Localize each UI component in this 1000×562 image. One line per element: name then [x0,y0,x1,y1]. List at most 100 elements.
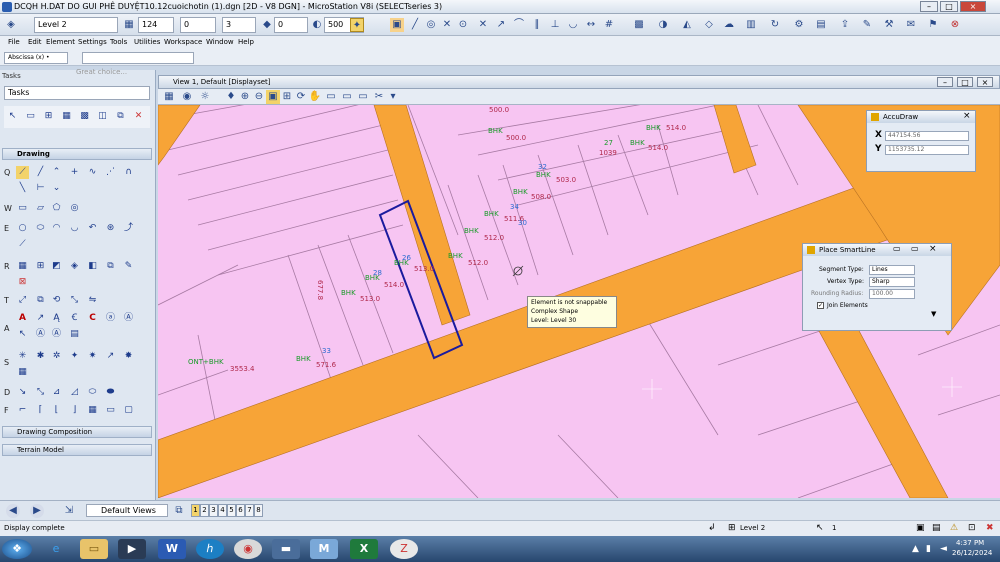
array-text-icon[interactable]: Ⓐ [34,328,47,341]
color-icon[interactable]: ▦ [122,18,136,32]
smartline-minimize-icon[interactable]: ▭ [893,244,901,253]
line-style-select[interactable]: 0 [180,17,216,33]
view-attributes-icon[interactable]: ▦ [162,90,176,104]
rounding-radius-field[interactable]: 100.00 [869,289,915,299]
toggle-view-icon[interactable]: ▾ [386,90,400,104]
note-text-icon[interactable]: ↗ [34,312,47,325]
view-8-button[interactable]: 8 [254,504,263,517]
fill-icon[interactable]: ◩ [50,260,63,273]
view-light-icon[interactable]: ☼ [198,90,212,104]
warning-icon[interactable]: ⚠ [950,523,958,533]
modify-arc-icon[interactable]: ⊛ [104,222,117,235]
view-5-button[interactable]: 5 [227,504,236,517]
text-icon[interactable]: A [16,312,29,325]
perpendicular-icon[interactable]: ⊥ [548,18,562,32]
fence-modify-icon[interactable]: ⌈ [34,404,47,417]
element-selection-icon[interactable]: ✦ [350,18,364,32]
clock-date[interactable]: 26/12/2024 [952,549,992,557]
status-close-icon[interactable]: ✖ [986,523,994,533]
fence-drop-icon[interactable]: ▭ [104,404,117,417]
drop-cell-icon[interactable]: ↗ [104,350,117,363]
smartline-close-icon[interactable]: × [929,244,937,254]
intersect-icon[interactable]: ✕ [440,18,454,32]
smartline-restore-icon[interactable]: ▭ [911,244,919,253]
forward-icon[interactable]: ▶ [30,504,44,518]
tasks-dropdown[interactable]: Tasks [4,86,150,100]
bspline-icon[interactable]: ∩ [122,166,135,179]
region-icon[interactable]: ◈ [68,260,81,273]
pan-view-icon[interactable]: ✋ [308,90,322,104]
arc-tool-icon[interactable]: ◠ [50,222,63,235]
hatch-icon[interactable]: ▦ [16,260,29,273]
mirror-icon[interactable]: ⇋ [86,294,99,307]
start-button[interactable]: ❖ [2,539,32,559]
segment-type-select[interactable]: Lines [869,265,915,275]
network-icon[interactable]: ▲ [912,544,919,554]
shape-icon[interactable]: ▱ [34,202,47,215]
circle-tool-icon[interactable]: ○ [16,222,29,235]
terrain-model-header[interactable]: Terrain Model [2,444,152,456]
menu-tools[interactable]: Tools [110,38,127,46]
abscissa-field[interactable]: Abscissa (x) • [4,52,68,64]
view-group-icon[interactable]: ⇲ [62,504,76,518]
locks-icon[interactable]: ↲ [708,523,716,533]
spell-icon[interactable]: Ꞓ [68,312,81,325]
fence-tool-icon[interactable]: ▭ [24,110,37,123]
snap-icon[interactable]: ▣ [390,18,404,32]
vertex-icon[interactable]: ⌄ [50,182,63,195]
menu-workspace[interactable]: Workspace [164,38,202,46]
copy-tool-icon[interactable]: ⧉ [114,110,127,123]
solid-icon[interactable]: ◧ [86,260,99,273]
back-icon[interactable]: ◀ [6,504,20,518]
smartline-tool-icon[interactable]: ⟋ [16,166,29,179]
edit-shape-icon[interactable]: ✎ [122,260,135,273]
view-7-button[interactable]: 7 [245,504,254,517]
fence-icon[interactable]: ⌐ [16,404,29,417]
clip-icon[interactable]: ◇ [702,18,716,32]
tangent-icon[interactable]: ⌒ [512,18,526,32]
word-icon[interactable]: W [158,539,186,559]
grid-tool-icon[interactable]: ▩ [78,110,91,123]
stream-icon[interactable]: ⋰ [104,166,117,179]
increment-text-icon[interactable]: Ⓐ [122,312,135,325]
ellipse-icon[interactable]: ⬭ [34,222,47,235]
half-ellipse-icon[interactable]: ◡ [68,222,81,235]
select-count-icon[interactable]: ↖ [816,523,824,533]
rotate-icon[interactable]: ⟲ [50,294,63,307]
view-4-button[interactable]: 4 [218,504,227,517]
key-in-field[interactable] [82,52,194,64]
cross-icon[interactable]: ✕ [476,18,490,32]
zalo-icon[interactable]: Z [390,539,418,559]
place-cell-icon[interactable]: ✱ [34,350,47,363]
chrome-icon[interactable]: ◉ [234,539,262,559]
dim-linear-icon[interactable]: ⤡ [34,386,47,399]
menu-window[interactable]: Window [206,38,234,46]
delete-pattern-icon[interactable]: ⊠ [16,276,29,289]
expand-arrow-icon[interactable]: ▼ [931,310,936,318]
menu-settings[interactable]: Settings [78,38,107,46]
menu-help[interactable]: Help [238,38,254,46]
view-3-button[interactable]: 3 [209,504,218,517]
circle-icon[interactable]: ◎ [424,18,438,32]
polygon-icon[interactable]: ◎ [68,202,81,215]
line-weight-select[interactable]: 3 [222,17,256,33]
edit-text-icon[interactable]: Ą [50,312,63,325]
menu-utilities[interactable]: Utilities [134,38,160,46]
status-level[interactable]: Level 2 [740,524,765,532]
block-icon[interactable]: ▭ [16,202,29,215]
maximize-button[interactable]: □ [940,1,958,12]
transparency-icon[interactable]: ◐ [310,18,324,32]
display-icon[interactable]: ▥ [744,18,758,32]
select-tool-icon[interactable]: ↖ [6,110,19,123]
brush-icon[interactable]: ⟋ [16,238,29,251]
cell-grid-icon[interactable]: ▦ [16,366,29,379]
dim-angle-icon[interactable]: ⊿ [50,386,63,399]
replace-cell-icon[interactable]: ✷ [86,350,99,363]
change-text-icon[interactable]: C [86,312,99,325]
accudraw-y-field[interactable]: 1153735.12 [885,145,969,155]
mesh-tool-icon[interactable]: ▦ [60,110,73,123]
clip-view-icon[interactable]: ✂ [372,90,386,104]
scale-icon[interactable]: ⤡ [68,294,81,307]
fence-file-icon[interactable]: ▢ [122,404,135,417]
menu-element[interactable]: Element [46,38,75,46]
